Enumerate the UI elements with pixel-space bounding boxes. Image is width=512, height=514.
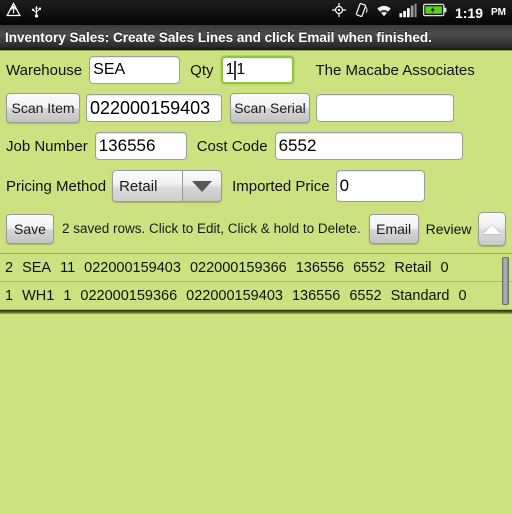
battery-icon (422, 3, 447, 22)
job-number-label: Job Number (6, 137, 88, 155)
qty-input-value-after-caret: 1 (236, 61, 246, 78)
job-number-value: 136556 (98, 136, 156, 155)
row-pricing: Standard (390, 287, 450, 304)
app-title-bar: Inventory Sales: Create Sales Lines and … (0, 25, 512, 51)
job-number-input[interactable]: 136556 (94, 132, 187, 160)
save-button[interactable]: Save (6, 214, 54, 244)
saved-rows-list[interactable]: 2 SEA 11 022000159403 022000159366 13655… (0, 253, 512, 310)
saved-rows-status-text: 2 saved rows. Click to Edit, Click & hol… (62, 221, 361, 237)
row-cost-code: 6552 (349, 287, 382, 304)
serial-number-input[interactable] (316, 94, 454, 122)
cost-code-label: Cost Code (196, 137, 268, 155)
row-job: 136556 (295, 259, 345, 276)
row-serial: 022000159366 (189, 259, 287, 276)
pricing-method-label: Pricing Method (6, 177, 107, 195)
row-cost-code: 6552 (353, 259, 386, 276)
list-scrollbar-thumb[interactable] (502, 257, 509, 305)
row-warehouse: SEA (22, 259, 52, 276)
status-bar-right-icons: 1:19 PM (331, 2, 506, 23)
item-number-value: 022000159403 (90, 97, 211, 118)
review-label: Review (425, 221, 472, 237)
cost-code-input[interactable]: 6552 (274, 132, 463, 160)
qty-label: Qty (190, 61, 214, 79)
row-serial: 022000159403 (186, 287, 283, 304)
warehouse-label: Warehouse (6, 61, 83, 79)
warehouse-input-value: SEA (93, 61, 126, 78)
status-bar-ampm: PM (491, 6, 506, 18)
scan-item-button[interactable]: Scan Item (6, 93, 80, 123)
row-item: 022000159366 (80, 287, 178, 304)
wifi-icon (375, 3, 393, 23)
app-screen: 1:19 PM Inventory Sales: Create Sales Li… (0, 0, 512, 514)
gps-crosshair-icon (331, 2, 347, 23)
chevron-down-icon[interactable] (182, 170, 223, 202)
row-id: 1 (5, 287, 14, 304)
row-item: 022000159403 (84, 259, 181, 276)
warehouse-input[interactable]: SEA (89, 56, 181, 84)
signal-bars-icon (399, 3, 417, 23)
actions-row: Save 2 saved rows. Click to Edit, Click … (0, 207, 512, 251)
imported-price-input[interactable]: 0 (335, 170, 425, 202)
cost-code-value: 6552 (278, 136, 317, 155)
status-bar-time: 1:19 (454, 4, 483, 21)
pricing-method-dropdown[interactable]: Retail (112, 170, 223, 202)
row-id: 2 (5, 259, 14, 276)
imported-price-value: 0 (339, 176, 350, 195)
pricing-method-selected-value: Retail (112, 170, 183, 202)
row-qty: 1 (63, 287, 72, 304)
row-job: 136556 (291, 287, 341, 304)
row-qty: 11 (60, 259, 76, 276)
list-scrollbar[interactable] (502, 257, 509, 305)
row-price: 0 (458, 287, 467, 304)
page-title: Inventory Sales: Create Sales Lines and … (5, 30, 432, 45)
company-name-label: The Macabe Associates (315, 61, 475, 79)
qty-input[interactable]: 11 (220, 56, 294, 84)
imported-price-label: Imported Price (232, 177, 330, 195)
row-price: 0 (440, 259, 449, 276)
empty-content-area (0, 314, 512, 514)
email-button[interactable]: Email (368, 214, 419, 244)
item-number-input[interactable]: 022000159403 (86, 94, 222, 122)
status-bar-left-icons (5, 1, 44, 24)
status-bar: 1:19 PM (0, 0, 512, 25)
scan-row: Scan Item 022000159403 Scan Serial (0, 89, 512, 127)
alert-triangle-icon (5, 1, 22, 24)
job-cost-row: Job Number 136556 Cost Code 6552 (0, 127, 512, 165)
row-warehouse: WH1 (22, 287, 55, 304)
sales-line-form: Warehouse SEA Qty 11 The Macabe Associat… (0, 51, 512, 251)
row-pricing: Retail (394, 259, 432, 276)
table-row[interactable]: 2 SEA 11 022000159403 022000159366 13655… (0, 254, 512, 282)
scan-serial-button[interactable]: Scan Serial (230, 93, 310, 123)
pricing-row: Pricing Method Retail Imported Price 0 (0, 165, 512, 207)
qty-input-value-before-caret: 1 (225, 61, 235, 78)
vibrate-icon (353, 2, 369, 23)
usb-icon (29, 2, 44, 24)
table-row[interactable]: 1 WH1 1 022000159366 022000159403 136556… (0, 282, 512, 310)
warehouse-qty-row: Warehouse SEA Qty 11 The Macabe Associat… (0, 51, 512, 89)
triangle-up-icon[interactable] (477, 212, 506, 246)
